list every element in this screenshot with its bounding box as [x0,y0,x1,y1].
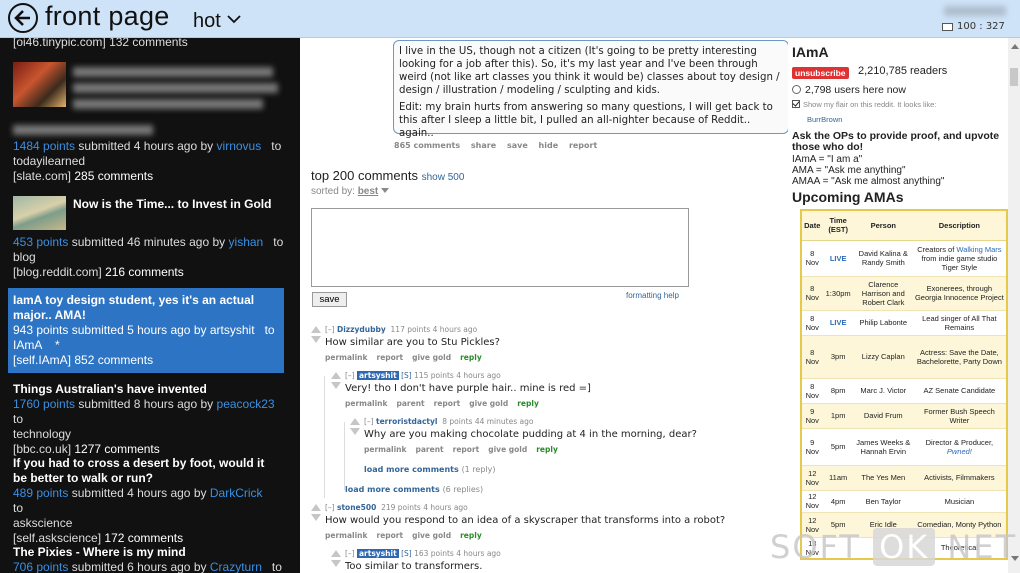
upcoming-amas-heading: Upcoming AMAs [792,189,904,205]
save-link[interactable]: save [507,141,528,150]
flair-checkbox[interactable] [792,100,800,108]
online-dot-icon [792,85,801,94]
vote-arrows[interactable] [350,418,360,435]
ama-link[interactable]: Pwned! [947,447,972,456]
comment-author[interactable]: Dizzydubby [337,325,386,334]
vote-arrows[interactable] [311,326,321,343]
comment: [–] artsyshit [S] 163 points 4 hours ago… [345,549,501,572]
op-author-badge[interactable]: artsyshit [357,371,399,380]
upvote-icon[interactable] [311,326,321,333]
show-500-link[interactable]: show 500 [422,172,465,183]
comments-panel: I live in the US, though not a citizen (… [300,38,788,573]
ama-table-row: 9 Nov 1pm David Frum Former Bush Speech Wri… [801,403,1007,429]
karma-status[interactable]: 100 : 327 [942,21,1005,32]
ama-table-row: 8 Nov 3pm Lizzy Caplan Actress: Save the Da… [801,335,1007,379]
formatting-help-link[interactable]: formatting help [626,291,679,300]
ama-table-row: 8 Nov 1:30pm Clarence Harrison and Robert … [801,276,1007,311]
comments-link[interactable]: 865 comments [394,141,460,150]
list-item[interactable]: [oi46.tinypic.com] 132 comments [13,38,188,50]
post-thumbnail[interactable] [13,196,66,230]
definition: IAmA = "I am a" [792,154,863,165]
flair-toggle[interactable]: Show my flair on this reddit. It looks l… [792,100,936,109]
username-blurred [944,6,1006,16]
list-item-meta: 453 points submitted 46 minutes ago by y… [13,235,284,279]
subreddit-name[interactable]: IAmA [792,44,829,60]
flair-preview: BurrBrown [807,115,843,124]
comment-sort: sorted by: best [311,186,390,197]
ama-table-row: 12 Nov 4pm Ben Taylor Musician [801,490,1007,513]
top-bar: front page hot 100 : 327 [0,0,1020,38]
list-item-title[interactable]: Now is the Time... to Invest in Gold [73,197,273,212]
upcoming-amas-table: Date Time (EST) Person Description 8 Nov… [800,209,1008,560]
comment: [–] terroristdactyl 8 points 44 minutes … [364,417,697,454]
definition: AMAA = "Ask me almost anything" [792,176,945,187]
sort-dropdown[interactable]: hot [193,10,221,33]
report-link[interactable]: report [569,141,597,150]
vote-arrows[interactable] [311,504,321,521]
ama-table-row: 9 Nov 5pm James Weeks & Hannah Ervin Direct… [801,428,1007,466]
blurred-post-title-cont [13,109,223,135]
comment: [–] Dizzydubby 117 points 4 hours ago Ho… [325,325,500,362]
ama-table-row: 12 Nov 11am The Yes Men Activists, Filmmake… [801,465,1007,491]
comment-textarea[interactable] [311,208,689,287]
post-thumbnail[interactable] [13,62,66,107]
list-item-selected[interactable]: IamA toy design student, yes it's an act… [13,293,275,368]
dropdown-arrow-icon[interactable] [381,188,390,194]
back-button[interactable] [8,3,38,33]
back-arrow-icon [14,10,30,26]
ama-table-row: 8 Nov 8pm Marc J. Victor AZ Senate Candidat… [801,378,1007,404]
reader-count: 2,210,785 readers [858,65,948,77]
comments-heading: top 200 comments show 500 [311,168,465,183]
load-more-comments-link[interactable]: load more comments (1 reply) [364,465,496,474]
save-comment-button[interactable]: save [312,292,347,307]
page-title: front page [45,1,170,31]
vote-arrows[interactable] [331,550,341,567]
reddit-app: front page hot 100 : 327 [oi46.tinypic.c… [0,0,1020,573]
list-item[interactable]: Things Australian's have invented 1760 p… [13,382,283,457]
comment: [–] artsyshit [S] 115 points 4 hours ago… [345,371,591,408]
unsubscribe-button[interactable]: unsubscribe [792,67,849,79]
chevron-down-icon[interactable] [227,15,241,24]
post-action-links: 865 comments share save hide report [394,141,605,150]
load-more-comments-link[interactable]: load more comments (6 replies) [345,485,483,494]
sidebar-rule: Ask the OPs to provide proof, and upvote… [792,130,1000,153]
thread-line [344,422,345,490]
collapse-toggle[interactable]: [–] [325,325,335,334]
definition: AMA = "Ask me anything" [792,165,906,176]
post-list-panel: [oi46.tinypic.com] 132 comments 1484 poi… [0,38,300,573]
sort-best-dropdown[interactable]: best [358,186,379,197]
list-item[interactable]: If you had to cross a desert by foot, wo… [13,456,275,546]
watermark: SOFT OK NET [770,528,1018,566]
downvote-icon[interactable] [311,336,321,343]
post-selftext: I live in the US, though not a citizen (… [393,40,788,139]
scroll-up-arrow-icon[interactable] [1011,44,1019,49]
vote-arrows[interactable] [331,372,341,389]
scroll-thumb[interactable] [1010,68,1018,86]
subreddit-sidebar: IAmA unsubscribe 2,210,785 readers 2,798… [788,38,1008,573]
list-item[interactable]: The Pixies - Where is my mind 706 points… [13,545,283,573]
ama-table-row: 8 Nov LIVE David Kalina & Randy Smith Creat… [801,240,1007,277]
users-online: 2,798 users here now [792,84,906,96]
thread-line [324,376,325,498]
comment: [–] stone500 219 points 4 hours ago How … [325,503,726,540]
hide-link[interactable]: hide [539,141,559,150]
share-link[interactable]: share [471,141,496,150]
sidebar-scrollbar[interactable] [1008,38,1020,573]
mail-icon[interactable] [942,23,953,31]
list-item-meta: 1484 points submitted 4 hours ago by vir… [13,139,282,183]
ama-link[interactable]: Walking Mars [956,245,1001,254]
ama-table-row: 8 Nov LIVE Philip Labonte Lead singer of Al… [801,310,1007,336]
